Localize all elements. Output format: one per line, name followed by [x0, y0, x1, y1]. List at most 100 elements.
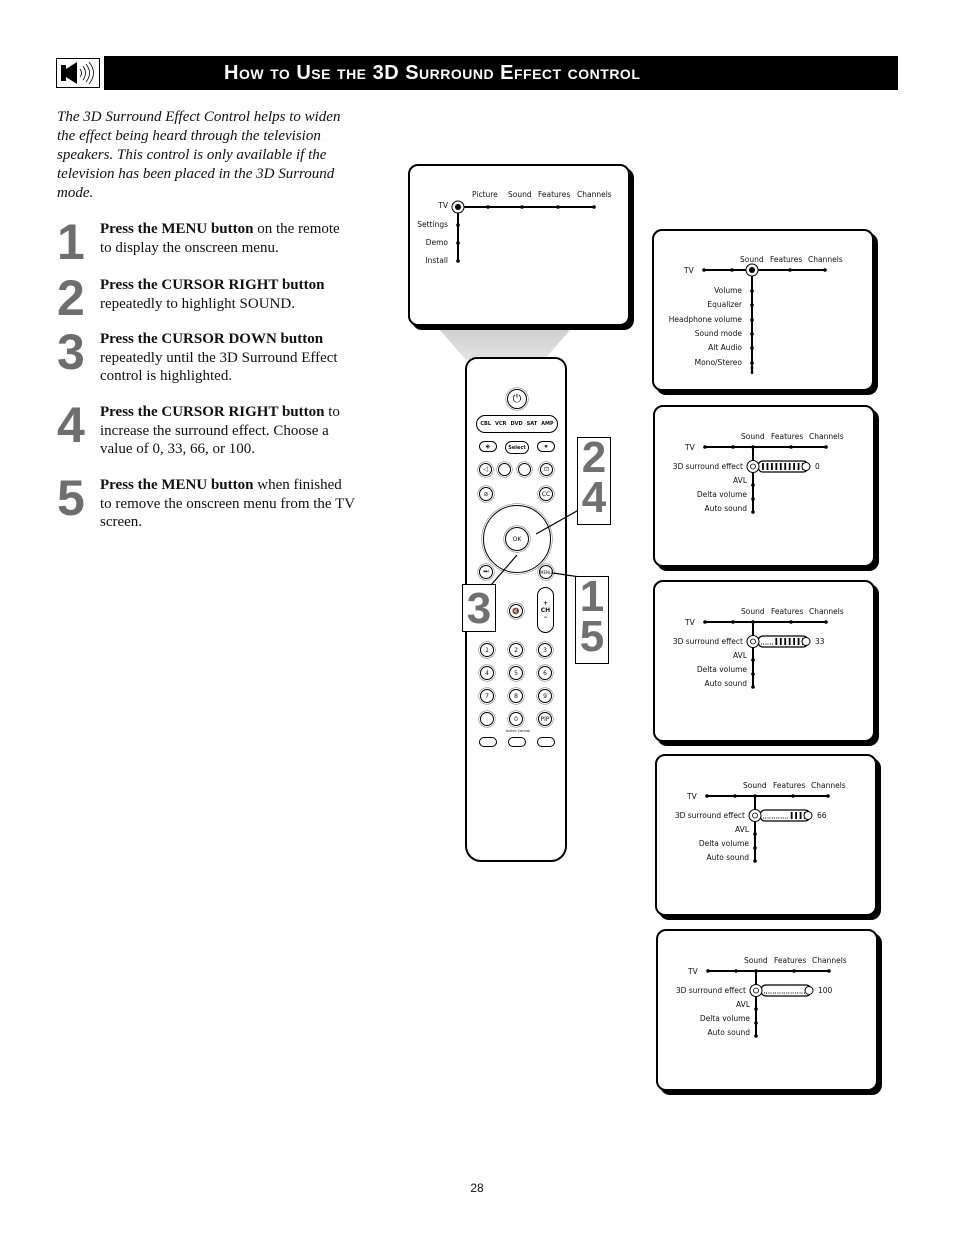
- digit-button[interactable]: 9: [538, 689, 552, 703]
- digit-button[interactable]: 7: [480, 689, 494, 703]
- tv-screen-surround-33: TV Sound Features Channels 3D surround effec…: [653, 580, 875, 742]
- active-control-button-1[interactable]: [479, 737, 497, 747]
- menu-side-item: Alt Audio: [708, 343, 742, 352]
- digit-button[interactable]: 4: [480, 666, 494, 680]
- step-number: 4: [57, 397, 85, 453]
- menu-side-item: AVL: [736, 1000, 750, 1009]
- source-selector: CBL VCR DVD SAT AMP: [476, 415, 558, 433]
- menu-root: TV: [685, 443, 695, 452]
- surround-icon: ⊡: [543, 466, 550, 473]
- menu-top-item: Features: [773, 781, 806, 790]
- menu-top-item: Features: [538, 190, 571, 199]
- source-button-amp[interactable]: AMP: [541, 421, 554, 427]
- format-button[interactable]: ⌗: [537, 441, 555, 452]
- tv-screen-main-menu: TV Picture Sound Features Channels Setti…: [408, 164, 630, 326]
- next-button[interactable]: ⏭: [479, 565, 493, 579]
- power-icon: ⏻: [512, 392, 522, 405]
- surround-slider-track: [760, 984, 812, 997]
- forward-button[interactable]: ⊡: [540, 463, 553, 476]
- channel-down-button[interactable]: –: [544, 614, 547, 621]
- menu-selected-item: 3D surround effect: [672, 462, 743, 471]
- digit-button[interactable]: 0: [509, 712, 523, 726]
- format-icon: ⌗: [544, 443, 548, 450]
- source-button-vcr[interactable]: VCR: [495, 421, 506, 427]
- surround-slider-track: [757, 460, 809, 473]
- input-icon: ⎆: [485, 443, 490, 450]
- step-4: 4 Press the CURSOR RIGHT button to incre…: [57, 397, 357, 463]
- channel-up-button[interactable]: +: [543, 600, 548, 607]
- tv-screen-surround-100: TV Sound Features Channels 3D surround effec…: [656, 929, 878, 1091]
- cursor-ring[interactable]: OK: [483, 505, 551, 573]
- menu-button[interactable]: MENU: [539, 565, 553, 579]
- menu-top-item: Channels: [811, 781, 846, 790]
- surround-value: 33: [815, 637, 825, 646]
- step-5: 5 Press the MENU button when finished to…: [57, 470, 357, 536]
- menu-top-item: Features: [771, 607, 804, 616]
- surround-slider-track: [759, 809, 811, 822]
- surround-slider-track: [757, 635, 809, 648]
- menu-side-item: Demo: [425, 238, 448, 247]
- digit-button[interactable]: 6: [538, 666, 552, 680]
- menu-side-item: Delta volume: [696, 665, 747, 674]
- channel-rocker[interactable]: + CH –: [537, 587, 554, 633]
- menu-selected-item: 3D surround effect: [672, 637, 743, 646]
- cc-button[interactable]: CC: [539, 487, 553, 501]
- active-control-button-2[interactable]: [508, 737, 526, 747]
- digit-button[interactable]: 2: [509, 643, 523, 657]
- skip-icon: ⏭: [483, 568, 489, 575]
- step-action: Press the MENU button: [100, 221, 254, 237]
- step-text: repeatedly until the 3D Surround Effect …: [100, 349, 338, 385]
- menu-side-item: Auto sound: [704, 504, 747, 513]
- menu-tree-lines: [703, 445, 828, 514]
- slider-end-icon: [804, 986, 814, 995]
- source-button-sat[interactable]: SAT: [527, 421, 538, 427]
- callout-3: 3: [462, 584, 496, 632]
- rewind-button[interactable]: ◁: [479, 463, 492, 476]
- menu-side-item: AVL: [733, 476, 747, 485]
- menu-side-item: Equalizer: [707, 300, 742, 309]
- tv-screen-surround-66: TV Sound Features Channels 3D surround effec…: [655, 754, 877, 916]
- ir-beam: [440, 330, 570, 360]
- smart-button[interactable]: ⊘: [479, 487, 493, 501]
- power-button[interactable]: ⏻: [507, 389, 527, 409]
- slider-end-icon: [803, 811, 813, 820]
- select-button[interactable]: Select: [505, 441, 529, 454]
- play-button[interactable]: [518, 463, 531, 476]
- ok-button[interactable]: OK: [505, 527, 529, 551]
- digit-button[interactable]: 1: [480, 643, 494, 657]
- menu-side-item: Delta volume: [698, 839, 749, 848]
- input-button[interactable]: ⎆: [479, 441, 497, 452]
- menu-side-item: Delta volume: [699, 1014, 750, 1023]
- mute-icon: 🔇: [512, 607, 520, 615]
- step-number: 3: [57, 324, 85, 380]
- channel-label: CH: [540, 606, 551, 614]
- intro-paragraph: The 3D Surround Effect Control helps to …: [57, 109, 341, 201]
- menu-top-item: Channels: [577, 190, 612, 199]
- menu-tree-lines: [703, 620, 828, 689]
- menu-top-item: Sound: [741, 432, 765, 441]
- menu-top-item: Sound: [743, 781, 767, 790]
- pip-button[interactable]: PIP: [538, 712, 552, 726]
- step-action: Press the MENU button: [100, 477, 254, 493]
- callout-1-5: 15: [575, 575, 609, 664]
- mute-button[interactable]: 🔇: [509, 604, 523, 618]
- stop-button[interactable]: [498, 463, 511, 476]
- digit-button[interactable]: 5: [509, 666, 523, 680]
- menu-top-item: Picture: [472, 190, 498, 199]
- teletext-button[interactable]: [480, 712, 494, 726]
- source-button-dvd[interactable]: DVD: [510, 421, 522, 427]
- step-number: 2: [57, 270, 85, 326]
- digit-button[interactable]: 8: [509, 689, 523, 703]
- surround-value: 0: [815, 462, 820, 471]
- menu-side-item: Auto sound: [707, 1028, 750, 1037]
- source-button-cbl[interactable]: CBL: [480, 421, 491, 427]
- step-3: 3 Press the CURSOR DOWN button repeatedl…: [57, 324, 357, 390]
- volume-icon: ◁: [483, 466, 488, 473]
- menu-side-item: Settings: [417, 220, 448, 229]
- menu-top-item: Features: [774, 956, 807, 965]
- menu-root: TV: [688, 967, 698, 976]
- digit-button[interactable]: 3: [538, 643, 552, 657]
- active-control-button-3[interactable]: [537, 737, 555, 747]
- menu-top-item: Sound: [744, 956, 768, 965]
- step-number: 5: [57, 470, 85, 526]
